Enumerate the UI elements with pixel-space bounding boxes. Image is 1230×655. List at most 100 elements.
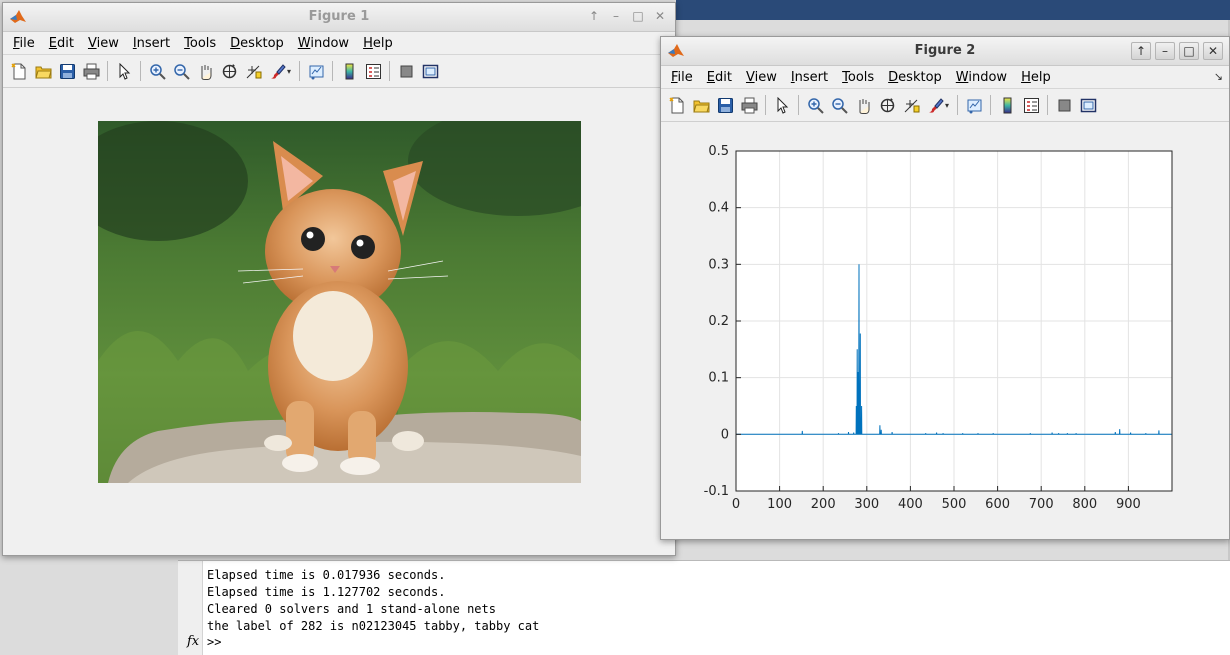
brush-icon[interactable] — [925, 95, 945, 115]
toolbar-separator — [107, 61, 108, 81]
menu-tools[interactable]: Tools — [836, 70, 882, 85]
desktop-background — [676, 0, 1230, 20]
menu-tools[interactable]: Tools — [178, 36, 224, 51]
zoom-out-icon[interactable] — [829, 95, 849, 115]
toolbar-separator — [957, 95, 958, 115]
x-tick-label: 200 — [811, 497, 836, 512]
save-icon[interactable] — [715, 95, 735, 115]
x-tick-label: 400 — [898, 497, 923, 512]
command-output: Elapsed time is 0.017936 seconds. Elapsed… — [207, 567, 539, 635]
new-file-icon[interactable] — [667, 95, 687, 115]
zoom-in-icon[interactable] — [805, 95, 825, 115]
figure1-title: Figure 1 — [308, 9, 370, 24]
show-plot-tools-icon[interactable] — [1078, 95, 1098, 115]
menu-file[interactable]: File — [7, 36, 43, 51]
command-window[interactable]: Elapsed time is 0.017936 seconds. Elapsed… — [178, 560, 1230, 655]
toolbar-separator — [389, 61, 390, 81]
legend-icon[interactable] — [1021, 95, 1041, 115]
brush-icon[interactable] — [267, 61, 287, 81]
toolbar-separator — [299, 61, 300, 81]
function-browser-button[interactable]: fx — [187, 634, 199, 649]
output-line: Elapsed time is 1.127702 seconds. — [207, 585, 446, 599]
command-prompt[interactable]: >> — [207, 635, 221, 649]
open-file-icon[interactable] — [33, 61, 53, 81]
figure1-window[interactable]: Figure 1 ↑ – □ ✕ File Edit View Insert T… — [2, 2, 676, 556]
toolbar-separator — [798, 95, 799, 115]
maximize-icon[interactable]: □ — [629, 8, 647, 24]
toolbar-separator — [140, 61, 141, 81]
menu-window[interactable]: Window — [292, 36, 357, 51]
x-tick-label: 300 — [854, 497, 879, 512]
hide-plot-tools-icon[interactable] — [396, 61, 416, 81]
x-tick-label: 500 — [942, 497, 967, 512]
figure2-axes[interactable]: 0 100 200 300 400 500 600 700 800 900-0.100.10.20… — [661, 121, 1229, 537]
menu-file[interactable]: File — [665, 70, 701, 85]
brush-dropdown-icon[interactable]: ▾ — [945, 101, 953, 110]
legend-icon[interactable] — [363, 61, 383, 81]
toolbar-separator — [765, 95, 766, 115]
hide-plot-tools-icon[interactable] — [1054, 95, 1074, 115]
link-plot-icon[interactable] — [964, 95, 984, 115]
menu-view[interactable]: View — [82, 36, 127, 51]
figure2-toolbar: ▾ — [661, 89, 1229, 122]
open-file-icon[interactable] — [691, 95, 711, 115]
minimize-icon[interactable]: – — [1155, 42, 1175, 60]
data-cursor-icon[interactable] — [243, 61, 263, 81]
y-tick-label: 0 — [721, 427, 729, 442]
brush-dropdown-icon[interactable]: ▾ — [287, 67, 295, 76]
output-line: Cleared 0 solvers and 1 stand-alone nets — [207, 602, 496, 616]
link-plot-icon[interactable] — [306, 61, 326, 81]
toolbar-separator — [1047, 95, 1048, 115]
zoom-out-icon[interactable] — [171, 61, 191, 81]
menu-view[interactable]: View — [740, 70, 785, 85]
colorbar-icon[interactable] — [339, 61, 359, 81]
x-tick-label: 100 — [767, 497, 792, 512]
pin-icon[interactable]: ↑ — [585, 8, 603, 24]
toolbar-separator — [332, 61, 333, 81]
select-arrow-icon[interactable] — [114, 61, 134, 81]
rotate-3d-icon[interactable] — [219, 61, 239, 81]
menu-desktop[interactable]: Desktop — [224, 36, 292, 51]
save-icon[interactable] — [57, 61, 77, 81]
data-cursor-icon[interactable] — [901, 95, 921, 115]
select-arrow-icon[interactable] — [772, 95, 792, 115]
figure2-titlebar[interactable]: Figure 2 ↑ – □ ✕ — [661, 37, 1229, 66]
menu-window[interactable]: Window — [950, 70, 1015, 85]
x-tick-label: 0 — [732, 497, 740, 512]
x-tick-label: 700 — [1029, 497, 1054, 512]
rotate-3d-icon[interactable] — [877, 95, 897, 115]
menu-desktop[interactable]: Desktop — [882, 70, 950, 85]
pin-icon[interactable]: ↑ — [1131, 42, 1151, 60]
close-icon[interactable]: ✕ — [651, 8, 669, 24]
menu-help[interactable]: Help — [357, 36, 401, 51]
figure1-titlebar[interactable]: Figure 1 ↑ – □ ✕ — [3, 3, 675, 32]
print-icon[interactable] — [739, 95, 759, 115]
figure2-menubar: File Edit View Insert Tools Desktop Wind… — [661, 66, 1229, 89]
y-tick-label: 0.1 — [708, 371, 729, 386]
y-tick-label: 0.4 — [708, 201, 729, 216]
menu-edit[interactable]: Edit — [701, 70, 740, 85]
menu-help[interactable]: Help — [1015, 70, 1059, 85]
close-icon[interactable]: ✕ — [1203, 42, 1223, 60]
colorbar-icon[interactable] — [997, 95, 1017, 115]
dock-arrow-icon[interactable]: ↘ — [1214, 70, 1223, 83]
output-line: Elapsed time is 0.017936 seconds. — [207, 568, 446, 582]
pan-hand-icon[interactable] — [853, 95, 873, 115]
new-file-icon[interactable] — [9, 61, 29, 81]
y-tick-label: 0.3 — [708, 257, 729, 272]
maximize-icon[interactable]: □ — [1179, 42, 1199, 60]
zoom-in-icon[interactable] — [147, 61, 167, 81]
y-tick-label: 0.2 — [708, 314, 729, 329]
figure1-menubar: File Edit View Insert Tools Desktop Wind… — [3, 32, 675, 55]
figure2-window[interactable]: Figure 2 ↑ – □ ✕ File Edit View Insert T… — [660, 36, 1230, 540]
pan-hand-icon[interactable] — [195, 61, 215, 81]
toolbar-separator — [990, 95, 991, 115]
menu-edit[interactable]: Edit — [43, 36, 82, 51]
y-tick-label: 0.5 — [708, 144, 729, 159]
minimize-icon[interactable]: – — [607, 8, 625, 24]
menu-insert[interactable]: Insert — [785, 70, 836, 85]
menu-insert[interactable]: Insert — [127, 36, 178, 51]
show-plot-tools-icon[interactable] — [420, 61, 440, 81]
x-tick-label: 900 — [1116, 497, 1141, 512]
print-icon[interactable] — [81, 61, 101, 81]
